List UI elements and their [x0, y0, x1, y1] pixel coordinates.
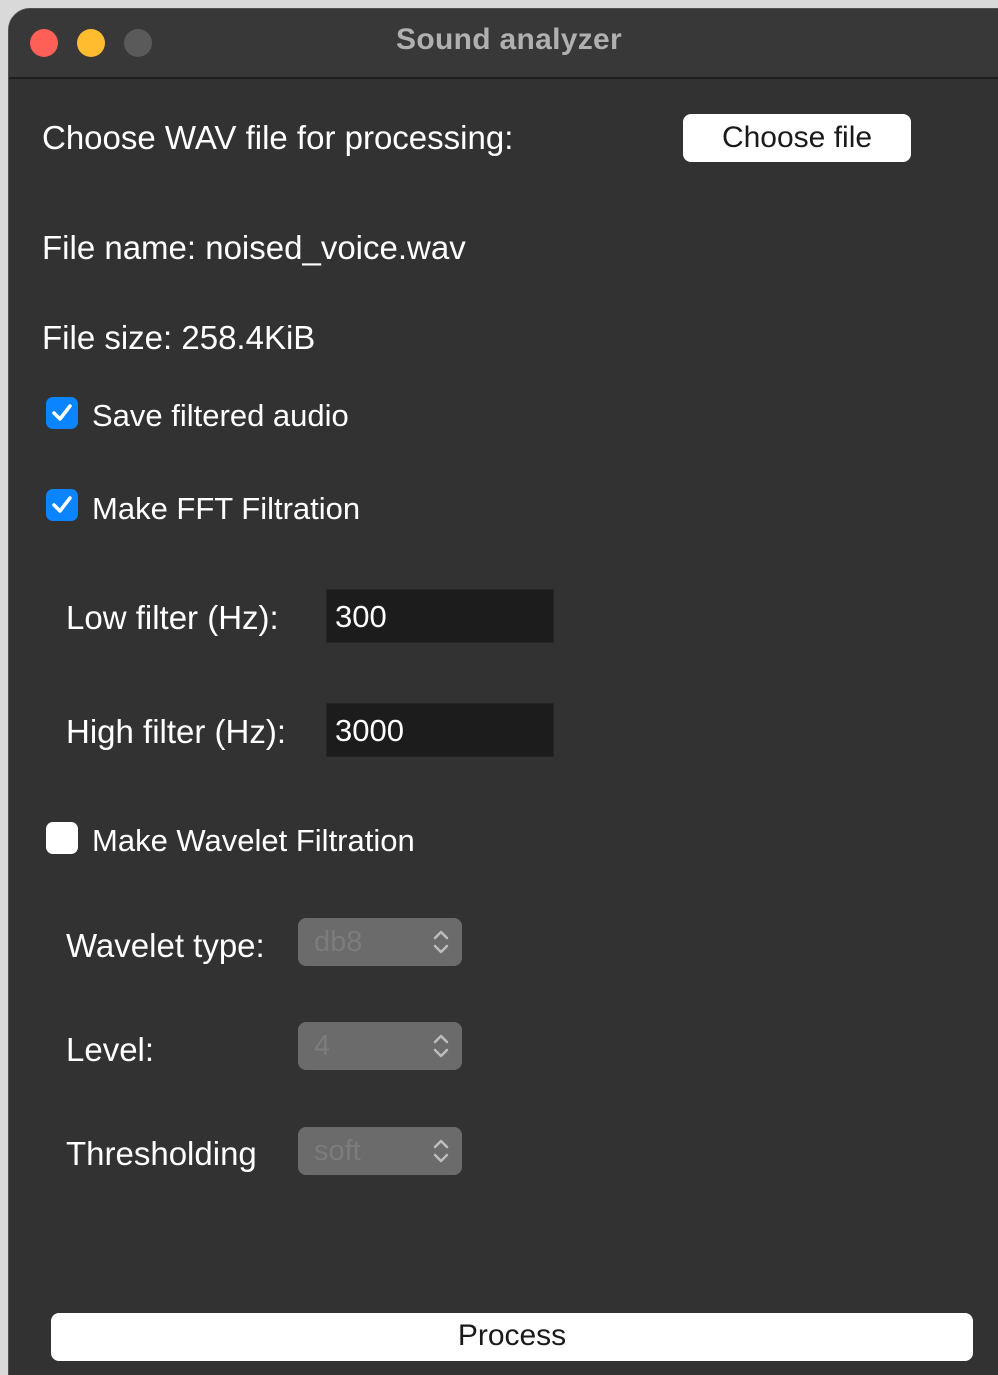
chevron-up-down-icon	[433, 1139, 449, 1163]
high-filter-label: High filter (Hz):	[66, 713, 287, 750]
choose-file-button[interactable]: Choose file	[683, 114, 911, 162]
wavelet-type-value: db8	[314, 926, 363, 958]
file-name-label: File name: noised_voice.wav	[42, 229, 466, 266]
checkmark-icon	[52, 404, 72, 421]
app-window: Sound analyzer Choose WAV file for proce…	[8, 8, 998, 1375]
file-size-label: File size: 258.4KiB	[42, 319, 316, 356]
level-label: Level:	[66, 1031, 155, 1068]
title-bar: Sound analyzer	[9, 9, 998, 79]
choose-file-prompt: Choose WAV file for processing:	[42, 119, 514, 156]
save-filtered-label[interactable]: Save filtered audio	[92, 398, 349, 434]
fft-filtration-label[interactable]: Make FFT Filtration	[92, 491, 360, 527]
thresholding-select[interactable]: soft	[298, 1127, 462, 1175]
process-button[interactable]: Process	[51, 1313, 973, 1361]
thresholding-label: Thresholding	[66, 1135, 257, 1172]
window-title: Sound analyzer	[396, 23, 622, 56]
wavelet-type-select[interactable]: db8	[298, 918, 462, 966]
chevron-up-down-icon	[433, 930, 449, 954]
low-filter-label: Low filter (Hz):	[66, 599, 279, 636]
thresholding-value: soft	[314, 1135, 361, 1167]
wavelet-type-label: Wavelet type:	[66, 927, 265, 964]
high-filter-input[interactable]: 3000	[326, 703, 554, 757]
wavelet-filtration-checkbox[interactable]	[46, 822, 78, 854]
wavelet-filtration-label[interactable]: Make Wavelet Filtration	[92, 823, 415, 859]
level-value: 4	[314, 1030, 331, 1062]
fft-filtration-checkbox[interactable]	[46, 489, 78, 521]
low-filter-input[interactable]: 300	[326, 589, 554, 643]
save-filtered-checkbox[interactable]	[46, 397, 78, 429]
chevron-up-down-icon	[433, 1034, 449, 1058]
level-select[interactable]: 4	[298, 1022, 462, 1070]
checkmark-icon	[52, 496, 72, 513]
